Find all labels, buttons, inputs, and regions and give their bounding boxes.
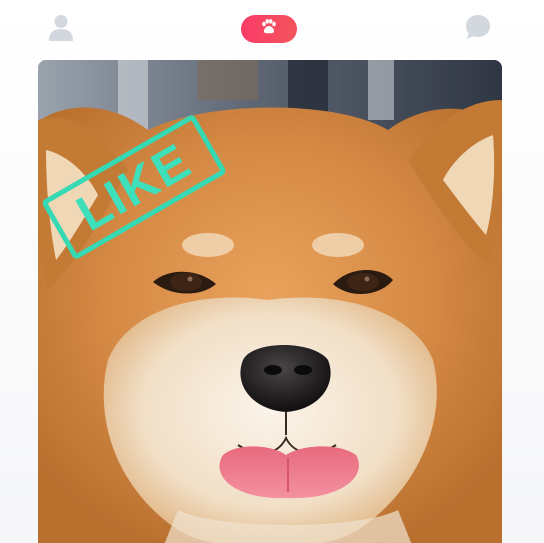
person-icon xyxy=(46,12,76,47)
paw-icon xyxy=(260,18,278,40)
profile-button[interactable] xyxy=(44,12,78,46)
discover-button[interactable] xyxy=(241,15,297,43)
chat-bubble-icon xyxy=(463,12,493,47)
top-nav xyxy=(0,0,544,58)
messages-button[interactable] xyxy=(460,12,496,46)
shiba-inu-photo xyxy=(38,60,502,543)
app-screen: LIKE xyxy=(0,0,544,543)
profile-card[interactable]: LIKE xyxy=(38,60,502,543)
